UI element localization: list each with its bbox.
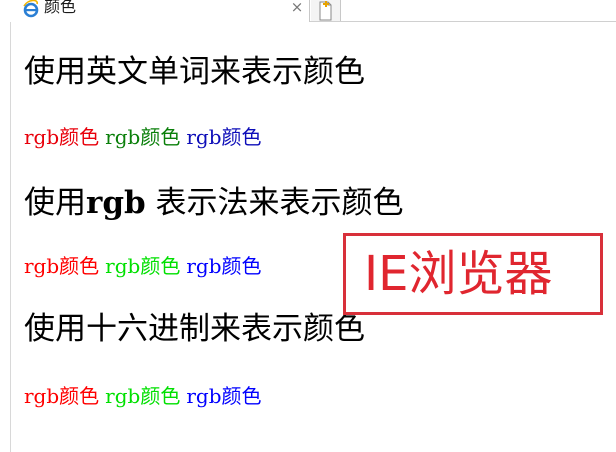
annotation-label: IE浏览器: [364, 246, 553, 302]
heading-rgb-pre: 使用: [24, 185, 86, 221]
heading-hex: 使用十六进制来表示颜色: [24, 311, 365, 347]
sample-red: rgb颜色: [24, 125, 100, 149]
sample-blue: rgb颜色: [186, 125, 262, 149]
sample-green: rgb颜色: [105, 254, 181, 278]
color-samples-rgb: rgb颜色 rgb颜色 rgb颜色: [24, 253, 268, 279]
heading-english-words: 使用英文单词来表示颜色: [24, 54, 365, 90]
browser-window: 颜色 × 使用英文单词来表示颜色 rgb颜色 rgb颜色 rgb颜色 使用rgb 表…: [0, 0, 616, 452]
sample-blue: rgb颜色: [186, 384, 262, 408]
sample-green: rgb颜色: [105, 384, 181, 408]
heading-rgb-post: 表示法来表示颜色: [145, 185, 404, 221]
sample-blue: rgb颜色: [186, 254, 262, 278]
heading-rgb-bold: rgb: [86, 185, 146, 221]
annotation-box: IE浏览器: [343, 233, 603, 315]
color-samples-english: rgb颜色 rgb颜色 rgb颜色: [24, 124, 268, 150]
heading-rgb-notation: 使用rgb 表示法来表示颜色: [24, 183, 404, 223]
window-left-edge: [10, 22, 11, 452]
sample-green: rgb颜色: [105, 125, 181, 149]
color-samples-hex: rgb颜色 rgb颜色 rgb颜色: [24, 383, 268, 409]
page-content: 使用英文单词来表示颜色 rgb颜色 rgb颜色 rgb颜色 使用rgb 表示法来表示…: [24, 0, 614, 452]
sample-red: rgb颜色: [24, 384, 100, 408]
sample-red: rgb颜色: [24, 254, 100, 278]
